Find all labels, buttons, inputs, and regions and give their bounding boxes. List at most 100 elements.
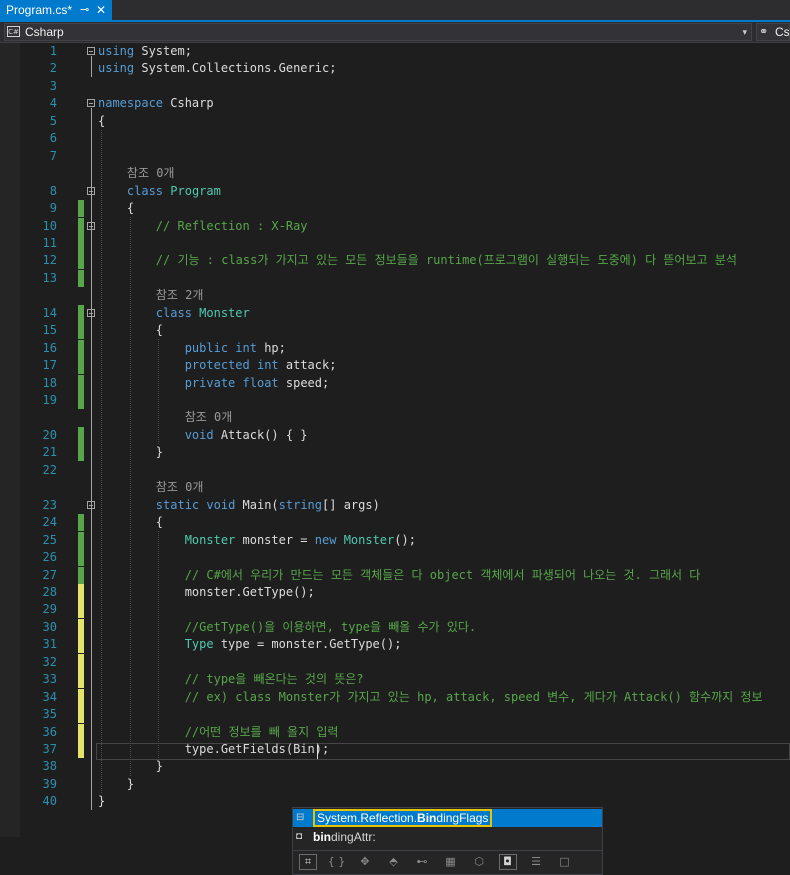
completion-filter-icon[interactable]: ⊷ [413, 854, 431, 870]
tab-bar: Program.cs* ⊸ ✕ [0, 0, 790, 22]
code-token: hp; [256, 340, 286, 355]
line-number: 25 [42, 532, 57, 547]
collapse-icon[interactable] [87, 99, 95, 108]
code-line: 38 } [0, 758, 790, 775]
code-text: using System; [98, 43, 192, 60]
completion-match: bin [313, 830, 331, 844]
field-icon: ◘ [296, 831, 303, 842]
code-line: 14 class Monster [0, 304, 790, 322]
line-number: 5 [49, 113, 57, 128]
line-number: 28 [42, 584, 57, 599]
change-marker [78, 549, 84, 567]
completion-item[interactable]: ⊟ System.Reflection.BindingFlags [293, 809, 602, 827]
code-token: Type [184, 637, 214, 652]
project-dropdown[interactable]: C# Csharp ▾ [4, 23, 752, 41]
code-line: 19 [0, 392, 790, 409]
code-token: using [98, 44, 135, 58]
collapse-icon[interactable] [87, 308, 95, 317]
completion-filter-icon[interactable]: { } [328, 854, 346, 870]
code-text: } [98, 758, 163, 775]
codelens-label[interactable]: 참조 0개 [98, 165, 175, 182]
csharp-project-icon: C# [7, 26, 20, 37]
completion-filter-icon[interactable]: ✥ [356, 854, 374, 870]
change-marker [78, 671, 84, 689]
codelens-label[interactable]: 참조 2개 [98, 287, 204, 304]
completion-filter-icon[interactable]: ⬡ [470, 854, 488, 870]
code-text: // type을 빼온다는 것의 뜻은? [98, 671, 364, 688]
code-token: [] args) [322, 497, 380, 512]
code-token: class [155, 305, 192, 320]
change-marker [78, 200, 84, 218]
code-text: class Program [98, 183, 221, 200]
code-line: 7 [0, 148, 790, 165]
completion-filter-icon[interactable]: ⌗ [299, 854, 317, 870]
code-text: type.GetFields(Bin); [98, 741, 330, 758]
code-token: { [98, 515, 164, 530]
code-line: 37 type.GetFields(Bin); [0, 741, 790, 758]
line-number: 9 [49, 201, 57, 216]
code-text: } [98, 444, 163, 461]
code-text: namespace Csharp [98, 95, 214, 112]
completion-filter-bar: ⌗ { } ✥ ⬘ ⊷ ▦ ⬡ ◘ ☰ □ [293, 850, 602, 874]
completion-filter-icon[interactable]: ▦ [442, 854, 460, 870]
code-line: 35 [0, 706, 790, 724]
code-token: public [184, 340, 229, 355]
change-marker [78, 531, 84, 549]
line-number: 36 [42, 724, 57, 739]
change-marker [78, 618, 84, 636]
codelens-label[interactable]: 참조 0개 [98, 479, 204, 496]
completion-filter-icon[interactable]: ☰ [527, 854, 545, 870]
code-line: 29 [0, 601, 790, 619]
line-number: 6 [49, 131, 57, 146]
code-token: namespace [98, 96, 164, 111]
close-icon[interactable]: ✕ [96, 0, 106, 20]
code-line: 22 [0, 462, 790, 479]
class-icon: ⚭ [759, 26, 769, 38]
pin-icon[interactable]: ⊸ [80, 0, 89, 20]
chevron-down-icon: ▾ [742, 27, 747, 37]
line-number: 32 [42, 654, 57, 669]
collapse-icon[interactable] [87, 500, 95, 509]
code-token: monster = [235, 532, 315, 547]
code-token: Attack() { } [213, 427, 308, 442]
collapse-icon[interactable] [87, 221, 95, 230]
code-text: // 기능 : class가 가지고 있는 모든 정보들을 runtime(프로… [98, 252, 737, 269]
code-token: System.Collections.Generic; [134, 61, 337, 76]
line-number: 13 [42, 270, 57, 285]
code-token: } [98, 759, 164, 774]
code-line: 9 { [0, 200, 790, 218]
collapse-icon[interactable] [87, 47, 95, 55]
code-text: { [98, 113, 105, 130]
code-editor[interactable]: 1 using System; 2 using System.Collections.… [0, 43, 790, 875]
code-text: using System.Collections.Generic; [98, 60, 336, 77]
code-token: string [278, 497, 323, 512]
completion-filter-icon[interactable]: ⬘ [385, 854, 403, 870]
codelens-label[interactable]: 참조 0개 [98, 409, 233, 426]
completion-match: Bin [417, 811, 437, 825]
line-number: 24 [42, 515, 57, 530]
code-line: 8 class Program [0, 183, 790, 200]
code-line: 4 namespace Csharp [0, 95, 790, 112]
change-marker [78, 339, 84, 357]
code-token: monster.GetType(); [98, 584, 315, 599]
navigation-bar: C# Csharp ▾ ⚭ Cs [0, 22, 790, 43]
change-marker [78, 392, 84, 409]
code-line: 25 Monster monster = new Monster(); [0, 531, 790, 549]
project-name: Csharp [25, 25, 64, 39]
tab-program-cs[interactable]: Program.cs* ⊸ ✕ [0, 0, 112, 20]
change-marker [78, 566, 84, 584]
line-number: 2 [49, 61, 57, 76]
completion-item[interactable]: ◘ bindingAttr: [293, 828, 602, 846]
code-text: static void Main(string[] args) [98, 497, 380, 514]
completion-filter-icon[interactable]: □ [556, 854, 574, 870]
code-line: 18 private float speed; [0, 374, 790, 392]
type-dropdown[interactable]: ⚭ Cs [756, 23, 790, 41]
completion-filter-icon[interactable]: ◘ [498, 854, 517, 870]
collapse-icon[interactable] [87, 186, 95, 195]
intellisense-popup[interactable]: ⊟ System.Reflection.BindingFlags ◘ bindingA… [292, 807, 603, 875]
completion-item-label: System.Reflection.BindingFlags [313, 809, 493, 827]
code-token: type.GetFields(Bin); [98, 742, 330, 756]
code-token: Program [170, 183, 221, 198]
